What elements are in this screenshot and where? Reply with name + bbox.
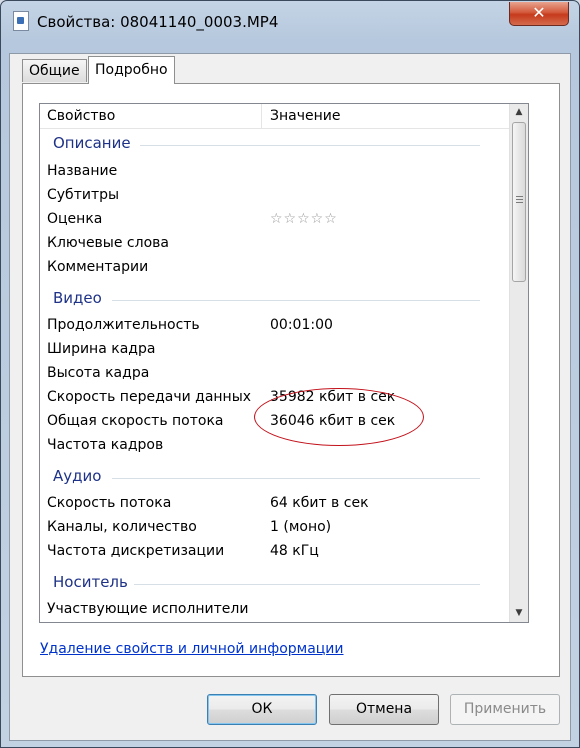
window-title: Свойства: 08041140_0003.MP4	[37, 13, 279, 31]
rating-stars[interactable]: ☆☆☆☆☆	[270, 211, 338, 227]
group-divider	[140, 145, 480, 146]
prop-sample-rate[interactable]: Частота дискретизации	[47, 543, 224, 559]
property-list[interactable]: Свойство Значение Описание Название Субт…	[39, 103, 529, 623]
title-bar[interactable]: Свойства: 08041140_0003.MP4 ✕	[1, 1, 579, 45]
scroll-down-arrow-icon[interactable]: ▼	[510, 605, 528, 622]
prop-subtitles[interactable]: Субтитры	[47, 187, 119, 203]
prop-title[interactable]: Название	[47, 163, 117, 179]
group-divider	[112, 300, 480, 301]
tab-general[interactable]: Общие	[22, 59, 87, 82]
group-heading-description: Описание	[53, 134, 131, 152]
value-audio-bitrate: 64 кбит в сек	[270, 495, 369, 511]
prop-frame-height[interactable]: Высота кадра	[47, 365, 149, 381]
list-header: Свойство Значение	[40, 104, 510, 129]
prop-comments[interactable]: Комментарии	[47, 259, 148, 275]
close-button[interactable]: ✕	[509, 2, 569, 26]
group-divider	[134, 584, 480, 585]
grip-icon	[516, 196, 523, 197]
prop-channels[interactable]: Каналы, количество	[47, 519, 197, 535]
ok-button[interactable]: ОК	[207, 694, 317, 725]
value-sample-rate: 48 кГц	[270, 543, 319, 559]
apply-button[interactable]: Применить	[450, 694, 560, 725]
remove-properties-link[interactable]: Удаление свойств и личной информации	[40, 641, 344, 657]
prop-frame-rate[interactable]: Частота кадров	[47, 437, 163, 453]
highlight-annotation	[254, 388, 424, 446]
value-duration: 00:01:00	[270, 317, 333, 333]
prop-contributing-artists[interactable]: Участвующие исполнители	[47, 601, 248, 617]
column-header-property[interactable]: Свойство	[47, 104, 262, 128]
value-channels: 1 (моно)	[270, 519, 332, 535]
tab-details[interactable]: Подробно	[88, 56, 175, 84]
scroll-up-arrow-icon[interactable]: ▲	[510, 104, 528, 121]
group-heading-audio: Аудио	[53, 467, 102, 485]
prop-keywords[interactable]: Ключевые слова	[47, 235, 169, 251]
file-icon	[13, 11, 29, 31]
prop-rating[interactable]: Оценка	[47, 211, 102, 227]
group-heading-video: Видео	[53, 289, 102, 307]
scroll-thumb[interactable]	[512, 122, 526, 282]
group-divider	[112, 478, 480, 479]
prop-frame-width[interactable]: Ширина кадра	[47, 341, 155, 357]
prop-duration[interactable]: Продолжительность	[47, 317, 200, 333]
group-heading-media: Носитель	[53, 573, 128, 591]
prop-total-bitrate[interactable]: Общая скорость потока	[47, 413, 224, 429]
column-header-value[interactable]: Значение	[270, 104, 340, 128]
prop-data-rate[interactable]: Скорость передачи данных	[47, 389, 251, 405]
prop-audio-bitrate[interactable]: Скорость потока	[47, 495, 171, 511]
vertical-scrollbar[interactable]: ▲ ▼	[509, 104, 528, 622]
cancel-button[interactable]: Отмена	[329, 694, 439, 725]
